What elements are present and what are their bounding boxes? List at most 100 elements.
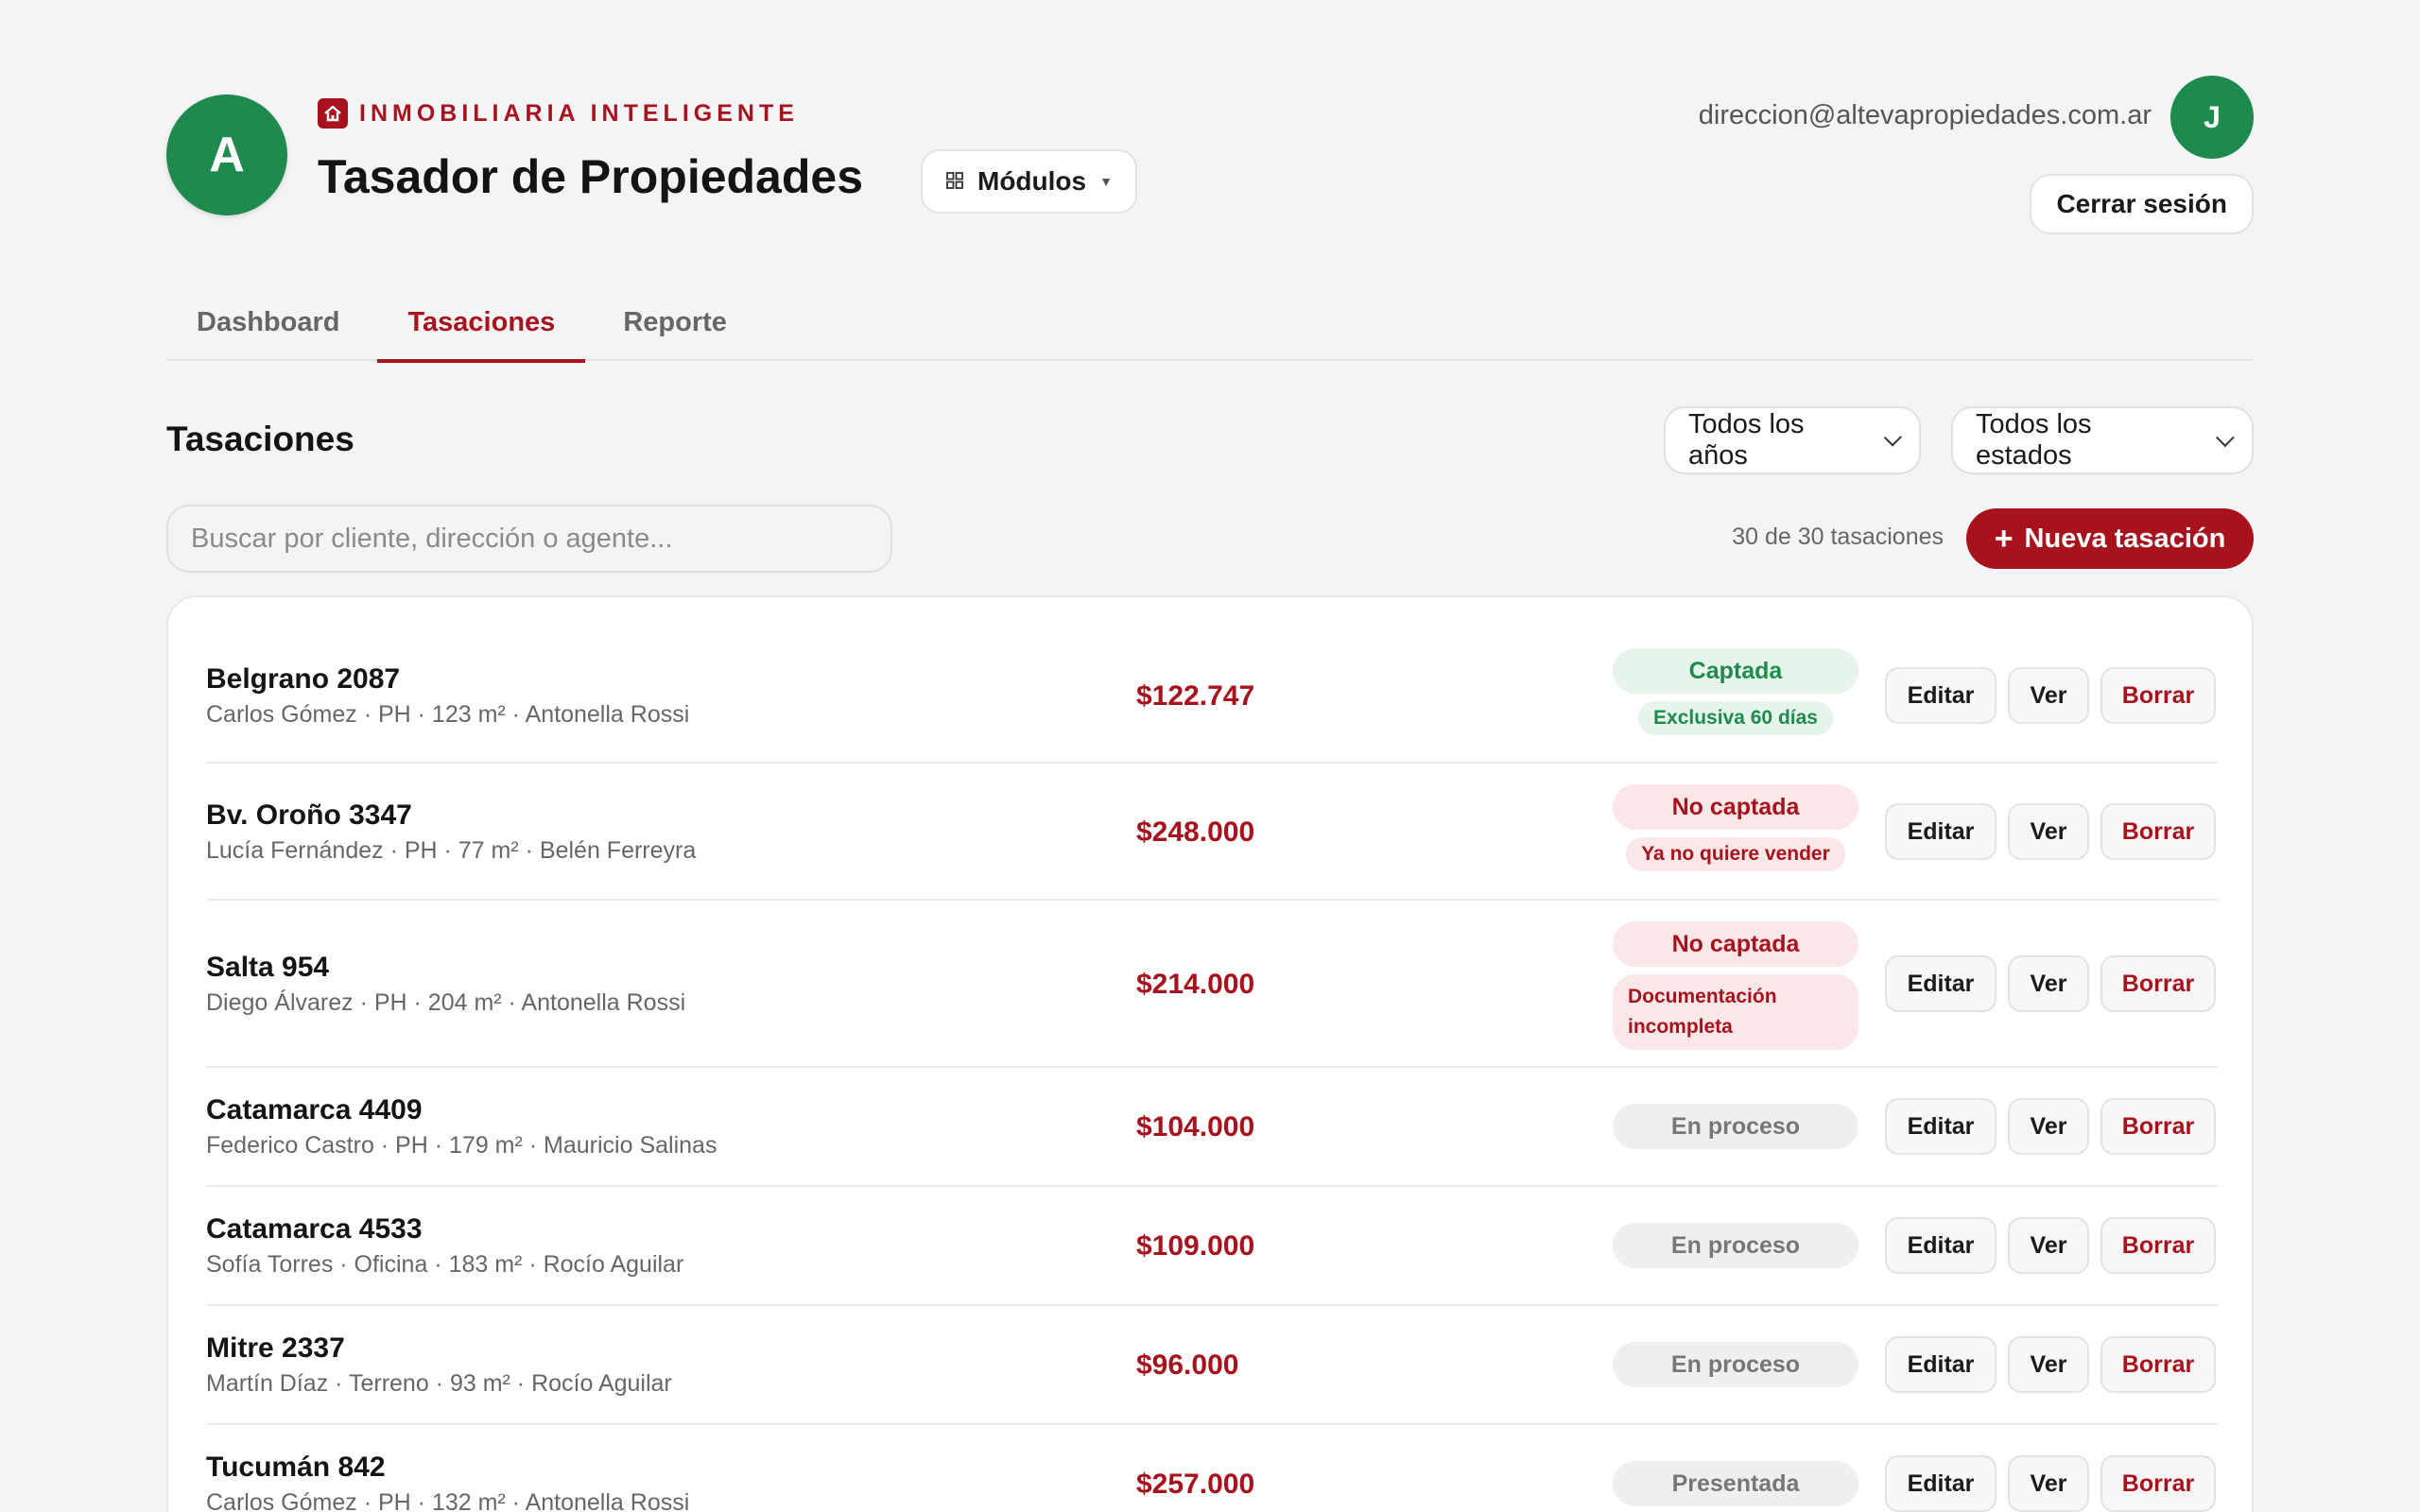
view-button[interactable]: Ver: [2008, 1217, 2089, 1274]
user-avatar[interactable]: J: [2170, 76, 2254, 159]
table-row[interactable]: Mitre 2337 Martín Díaz · Terreno · 93 m²…: [206, 1306, 2218, 1425]
page: A INMOBILIARIA INTELIGENTE Tasador de Pr…: [166, 0, 2254, 1512]
status-badge: No captada: [1613, 784, 1858, 830]
brand-avatar: A: [166, 94, 287, 215]
row-price: $257.000: [1136, 1469, 1255, 1500]
edit-button[interactable]: Editar: [1885, 1455, 1996, 1512]
search-input[interactable]: [166, 505, 892, 573]
row-address: Salta 954: [206, 952, 330, 983]
delete-button[interactable]: Borrar: [2100, 1336, 2216, 1393]
tab-reporte[interactable]: Reporte: [593, 284, 757, 361]
table-row[interactable]: Bv. Oroño 3347 Lucía Fernández · PH · 77…: [206, 764, 2218, 901]
tab-tasaciones[interactable]: Tasaciones: [377, 284, 586, 363]
row-address: Bv. Oroño 3347: [206, 799, 412, 831]
new-appraisal-button[interactable]: + Nueva tasación: [1966, 508, 2254, 569]
row-meta: Federico Castro · PH · 179 m² · Mauricio…: [206, 1132, 717, 1159]
chevron-down-icon: [1883, 428, 1902, 447]
edit-button[interactable]: Editar: [1885, 1098, 1996, 1155]
view-button[interactable]: Ver: [2008, 1336, 2089, 1393]
table-row[interactable]: Salta 954 Diego Álvarez · PH · 204 m² · …: [206, 901, 2218, 1068]
view-button[interactable]: Ver: [2008, 955, 2089, 1012]
row-meta: Lucía Fernández · PH · 77 m² · Belén Fer…: [206, 837, 697, 864]
delete-button[interactable]: Borrar: [2100, 803, 2216, 860]
row-status: En proceso: [1613, 1104, 1858, 1149]
view-button[interactable]: Ver: [2008, 803, 2089, 860]
brand-tagline: INMOBILIARIA INTELIGENTE: [318, 98, 799, 129]
row-address: Catamarca 4533: [206, 1213, 423, 1245]
view-button[interactable]: Ver: [2008, 1098, 2089, 1155]
row-actions: Editar Ver Borrar: [1885, 803, 2216, 860]
status-detail-badge: Exclusiva 60 días: [1638, 701, 1833, 735]
row-status: No captada Ya no quiere vender: [1613, 784, 1858, 871]
appraisals-list: Belgrano 2087 Carlos Gómez · PH · 123 m²…: [206, 626, 2218, 1512]
row-actions: Editar Ver Borrar: [1885, 1217, 2216, 1274]
row-price: $109.000: [1136, 1230, 1255, 1262]
row-address: Tucumán 842: [206, 1452, 386, 1483]
row-address: Catamarca 4409: [206, 1094, 423, 1125]
delete-button[interactable]: Borrar: [2100, 1098, 2216, 1155]
main-tabs: Dashboard Tasaciones Reporte: [166, 284, 2254, 363]
brand-tagline-text: INMOBILIARIA INTELIGENTE: [359, 99, 799, 127]
results-count: 30 de 30 tasaciones: [1732, 524, 1944, 550]
edit-button[interactable]: Editar: [1885, 803, 1996, 860]
edit-button[interactable]: Editar: [1885, 955, 1996, 1012]
table-row[interactable]: Catamarca 4409 Federico Castro · PH · 17…: [206, 1068, 2218, 1187]
user-email: direccion@altevapropiedades.com.ar: [1698, 100, 2152, 130]
edit-button[interactable]: Editar: [1885, 1336, 1996, 1393]
status-detail-badge: Ya no quiere vender: [1626, 837, 1845, 871]
status-badge: Presentada: [1613, 1461, 1858, 1506]
state-filter-select[interactable]: Todos los estados: [1951, 406, 2254, 474]
row-actions: Editar Ver Borrar: [1885, 955, 2216, 1012]
row-price: $96.000: [1136, 1349, 1239, 1381]
status-badge: Captada: [1613, 648, 1858, 694]
table-row[interactable]: Catamarca 4533 Sofía Torres · Oficina · …: [206, 1187, 2218, 1306]
table-row[interactable]: Tucumán 842 Carlos Gómez · PH · 132 m² ·…: [206, 1425, 2218, 1512]
view-button[interactable]: Ver: [2008, 1455, 2089, 1512]
status-badge: En proceso: [1613, 1223, 1858, 1268]
delete-button[interactable]: Borrar: [2100, 667, 2216, 724]
row-meta: Carlos Gómez · PH · 123 m² · Antonella R…: [206, 701, 690, 728]
row-price: $248.000: [1136, 816, 1255, 848]
caret-down-icon: ▼: [1099, 174, 1113, 189]
new-appraisal-label: Nueva tasación: [2024, 523, 2226, 554]
row-price: $122.747: [1136, 680, 1255, 712]
row-price: $214.000: [1136, 969, 1255, 1000]
row-actions: Editar Ver Borrar: [1885, 1455, 2216, 1512]
logout-button[interactable]: Cerrar sesión: [2030, 174, 2254, 234]
delete-button[interactable]: Borrar: [2100, 1217, 2216, 1274]
row-status: No captada Documentación incompleta: [1613, 921, 1858, 1050]
appraisals-card: Belgrano 2087 Carlos Gómez · PH · 123 m²…: [166, 595, 2254, 1512]
edit-button[interactable]: Editar: [1885, 1217, 1996, 1274]
row-meta: Carlos Gómez · PH · 132 m² · Antonella R…: [206, 1489, 690, 1512]
grid-icon: [945, 166, 964, 197]
state-filter-value: Todos los estados: [1976, 409, 2092, 471]
plus-icon: +: [1994, 521, 2014, 557]
row-status: Captada Exclusiva 60 días: [1613, 648, 1858, 735]
row-address: Mitre 2337: [206, 1332, 345, 1364]
chevron-down-icon: [2215, 428, 2235, 448]
row-actions: Editar Ver Borrar: [1885, 1336, 2216, 1393]
view-button[interactable]: Ver: [2008, 667, 2089, 724]
status-detail-badge: Documentación incompleta: [1613, 974, 1858, 1050]
year-filter-select[interactable]: Todos los años: [1664, 406, 1921, 474]
tab-dashboard[interactable]: Dashboard: [166, 284, 370, 361]
row-actions: Editar Ver Borrar: [1885, 667, 2216, 724]
table-row[interactable]: Belgrano 2087 Carlos Gómez · PH · 123 m²…: [206, 626, 2218, 764]
edit-button[interactable]: Editar: [1885, 667, 1996, 724]
delete-button[interactable]: Borrar: [2100, 955, 2216, 1012]
row-address: Belgrano 2087: [206, 663, 401, 695]
modules-label: Módulos: [977, 166, 1087, 196]
row-actions: Editar Ver Borrar: [1885, 1098, 2216, 1155]
row-meta: Sofía Torres · Oficina · 183 m² · Rocío …: [206, 1251, 684, 1278]
row-status: En proceso: [1613, 1223, 1858, 1268]
year-filter-value: Todos los años: [1688, 409, 1805, 471]
status-badge: En proceso: [1613, 1342, 1858, 1387]
delete-button[interactable]: Borrar: [2100, 1455, 2216, 1512]
house-icon: [318, 98, 348, 129]
row-meta: Martín Díaz · Terreno · 93 m² · Rocío Ag…: [206, 1370, 672, 1397]
modules-button[interactable]: Módulos ▼: [921, 149, 1137, 214]
row-meta: Diego Álvarez · PH · 204 m² · Antonella …: [206, 989, 686, 1016]
section-title: Tasaciones: [166, 420, 354, 458]
app-title: Tasador de Propiedades: [318, 150, 864, 203]
status-badge: No captada: [1613, 921, 1858, 967]
